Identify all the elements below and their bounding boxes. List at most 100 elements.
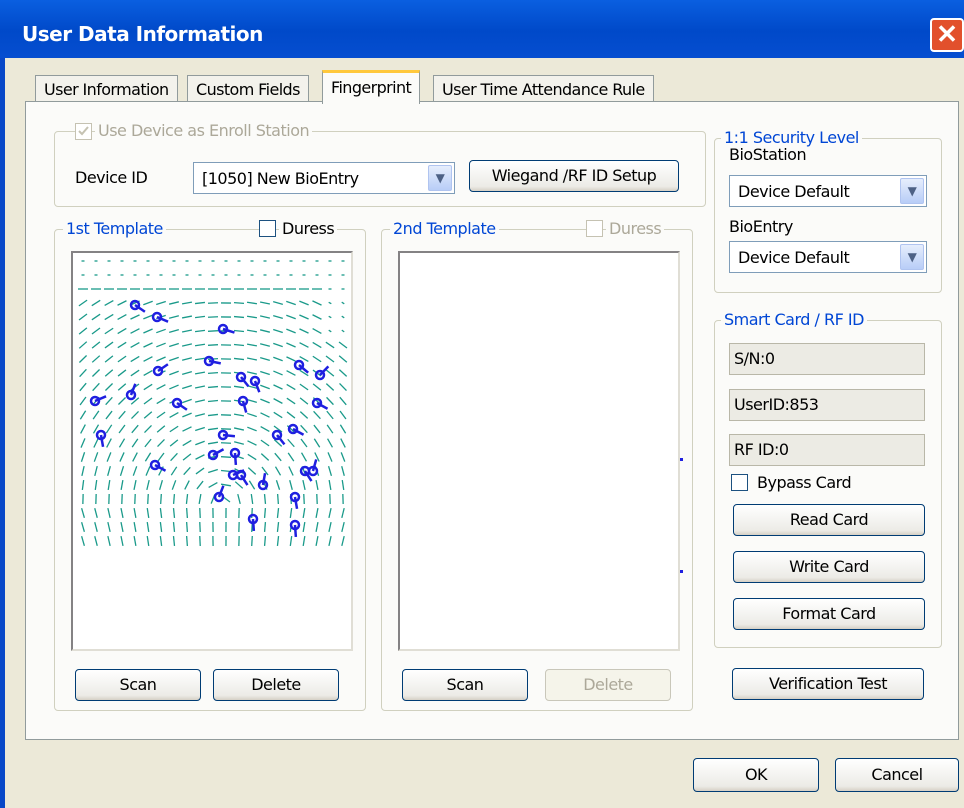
- ridge-mark: [185, 507, 189, 519]
- ridge-mark: [341, 301, 345, 305]
- tab-user-information[interactable]: User Information: [35, 75, 178, 103]
- ridge-mark: [159, 535, 163, 547]
- ridge-mark: [313, 424, 321, 434]
- ridge-mark: [247, 399, 257, 403]
- ridge-mark: [145, 466, 151, 476]
- ridge-mark: [207, 316, 219, 318]
- userid-field: UserID:853: [729, 389, 925, 421]
- ridge-mark: [328, 521, 332, 533]
- ridge-mark: [259, 301, 271, 305]
- ridge-mark: [130, 369, 140, 377]
- ridge-mark: [94, 507, 98, 519]
- bioentry-security-select[interactable]: Device Default ▼: [729, 241, 927, 273]
- ridge-mark: [326, 396, 334, 406]
- ridge-mark: [156, 397, 166, 405]
- minutia-dot: [680, 570, 683, 573]
- chevron-down-icon[interactable]: ▼: [900, 244, 924, 270]
- ridge-mark: [273, 328, 283, 334]
- ridge-mark: [260, 384, 270, 390]
- biostation-security-select[interactable]: Device Default ▼: [729, 175, 927, 207]
- ridge-mark: [328, 479, 332, 491]
- ridge-mark: [299, 300, 309, 306]
- ridge-mark: [260, 439, 270, 447]
- bypass-card-checkbox[interactable]: [731, 474, 748, 491]
- ridge-mark: [107, 507, 111, 519]
- ridge-mark: [194, 371, 206, 375]
- first-delete-button[interactable]: Delete: [213, 669, 339, 701]
- ridge-mark: [93, 452, 99, 462]
- ridge-mark: [91, 341, 101, 349]
- ridge-mark: [169, 342, 179, 348]
- ridge-mark: [313, 410, 321, 420]
- ridge-mark: [207, 330, 219, 332]
- ridge-mark: [339, 424, 347, 434]
- chevron-down-icon[interactable]: ▼: [900, 178, 924, 204]
- minutia-marker: [247, 513, 259, 532]
- ridge-mark: [276, 521, 280, 533]
- ridge-mark: [286, 314, 296, 320]
- second-duress-checkbox[interactable]: [586, 220, 603, 237]
- read-card-button[interactable]: Read Card: [733, 504, 925, 536]
- ridge-mark: [120, 507, 124, 519]
- ridge-mark: [286, 356, 296, 362]
- ridge-mark: [104, 369, 114, 377]
- tab-user-time-attendance-rule[interactable]: User Time Attendance Rule: [433, 75, 654, 103]
- minutia-marker: [289, 491, 301, 510]
- ridge-mark: [207, 441, 219, 445]
- fingerprint-panel: Use Device as Enroll Station Device ID […: [25, 101, 959, 740]
- ridge-mark: [156, 411, 166, 419]
- wiegand-rfid-setup-button[interactable]: Wiegand /RF ID Setup: [469, 160, 679, 192]
- ridge-mark: [328, 315, 332, 319]
- ridge-mark: [105, 424, 113, 434]
- ridge-mark: [247, 412, 257, 418]
- ridge-mark: [198, 493, 202, 505]
- second-scan-button[interactable]: Scan: [402, 669, 528, 701]
- ridge-mark: [276, 507, 280, 519]
- ridge-mark: [117, 327, 127, 335]
- ridge-mark: [117, 314, 127, 320]
- first-duress-checkbox[interactable]: [259, 220, 276, 237]
- close-icon[interactable]: ✕: [930, 18, 964, 52]
- minutia-marker: [237, 395, 249, 413]
- ok-button[interactable]: OK: [693, 758, 819, 792]
- ridge-mark: [117, 341, 127, 349]
- ridge-mark: [91, 355, 101, 363]
- tab-custom-fields[interactable]: Custom Fields: [187, 75, 309, 103]
- tab-fingerprint[interactable]: Fingerprint: [322, 70, 421, 104]
- ridge-mark: [194, 343, 206, 347]
- ridge-mark: [183, 466, 191, 476]
- ridge-mark: [250, 493, 254, 505]
- bypass-card-label: Bypass Card: [757, 473, 852, 492]
- ridge-mark: [118, 410, 126, 420]
- ridge-mark: [328, 535, 332, 547]
- enroll-station-checkbox[interactable]: [75, 123, 92, 140]
- ridge-mark: [156, 300, 166, 306]
- enroll-station-label: Use Device as Enroll Station: [95, 121, 313, 140]
- ridge-mark: [156, 384, 166, 390]
- ridge-mark: [182, 384, 192, 390]
- first-scan-button[interactable]: Scan: [75, 669, 201, 701]
- ridge-mark: [341, 329, 345, 333]
- first-template-group: 1st Template Duress Scan Delete: [54, 219, 366, 711]
- second-template-title: 2nd Template: [390, 219, 499, 238]
- device-id-select[interactable]: [1050] New BioEntry ▼: [193, 162, 455, 194]
- cancel-button[interactable]: Cancel: [835, 758, 959, 792]
- ridge-mark: [276, 535, 280, 547]
- ridge-mark: [143, 369, 153, 377]
- biostation-label: BioStation: [729, 145, 807, 164]
- ridge-mark: [172, 507, 176, 519]
- ridge-mark: [133, 507, 137, 519]
- ridge-mark: [339, 396, 347, 406]
- write-card-button[interactable]: Write Card: [733, 551, 925, 583]
- ridge-mark: [94, 521, 98, 533]
- ridge-mark: [273, 314, 283, 320]
- ridge-mark: [107, 479, 111, 491]
- verification-test-button[interactable]: Verification Test: [732, 668, 924, 700]
- ridge-mark: [313, 438, 321, 448]
- chevron-down-icon[interactable]: ▼: [428, 165, 452, 191]
- second-duress-label: Duress: [606, 219, 665, 238]
- format-card-button[interactable]: Format Card: [733, 598, 925, 630]
- ridge-mark: [299, 314, 309, 320]
- minutia-marker: [307, 459, 319, 477]
- ridge-mark: [181, 329, 193, 333]
